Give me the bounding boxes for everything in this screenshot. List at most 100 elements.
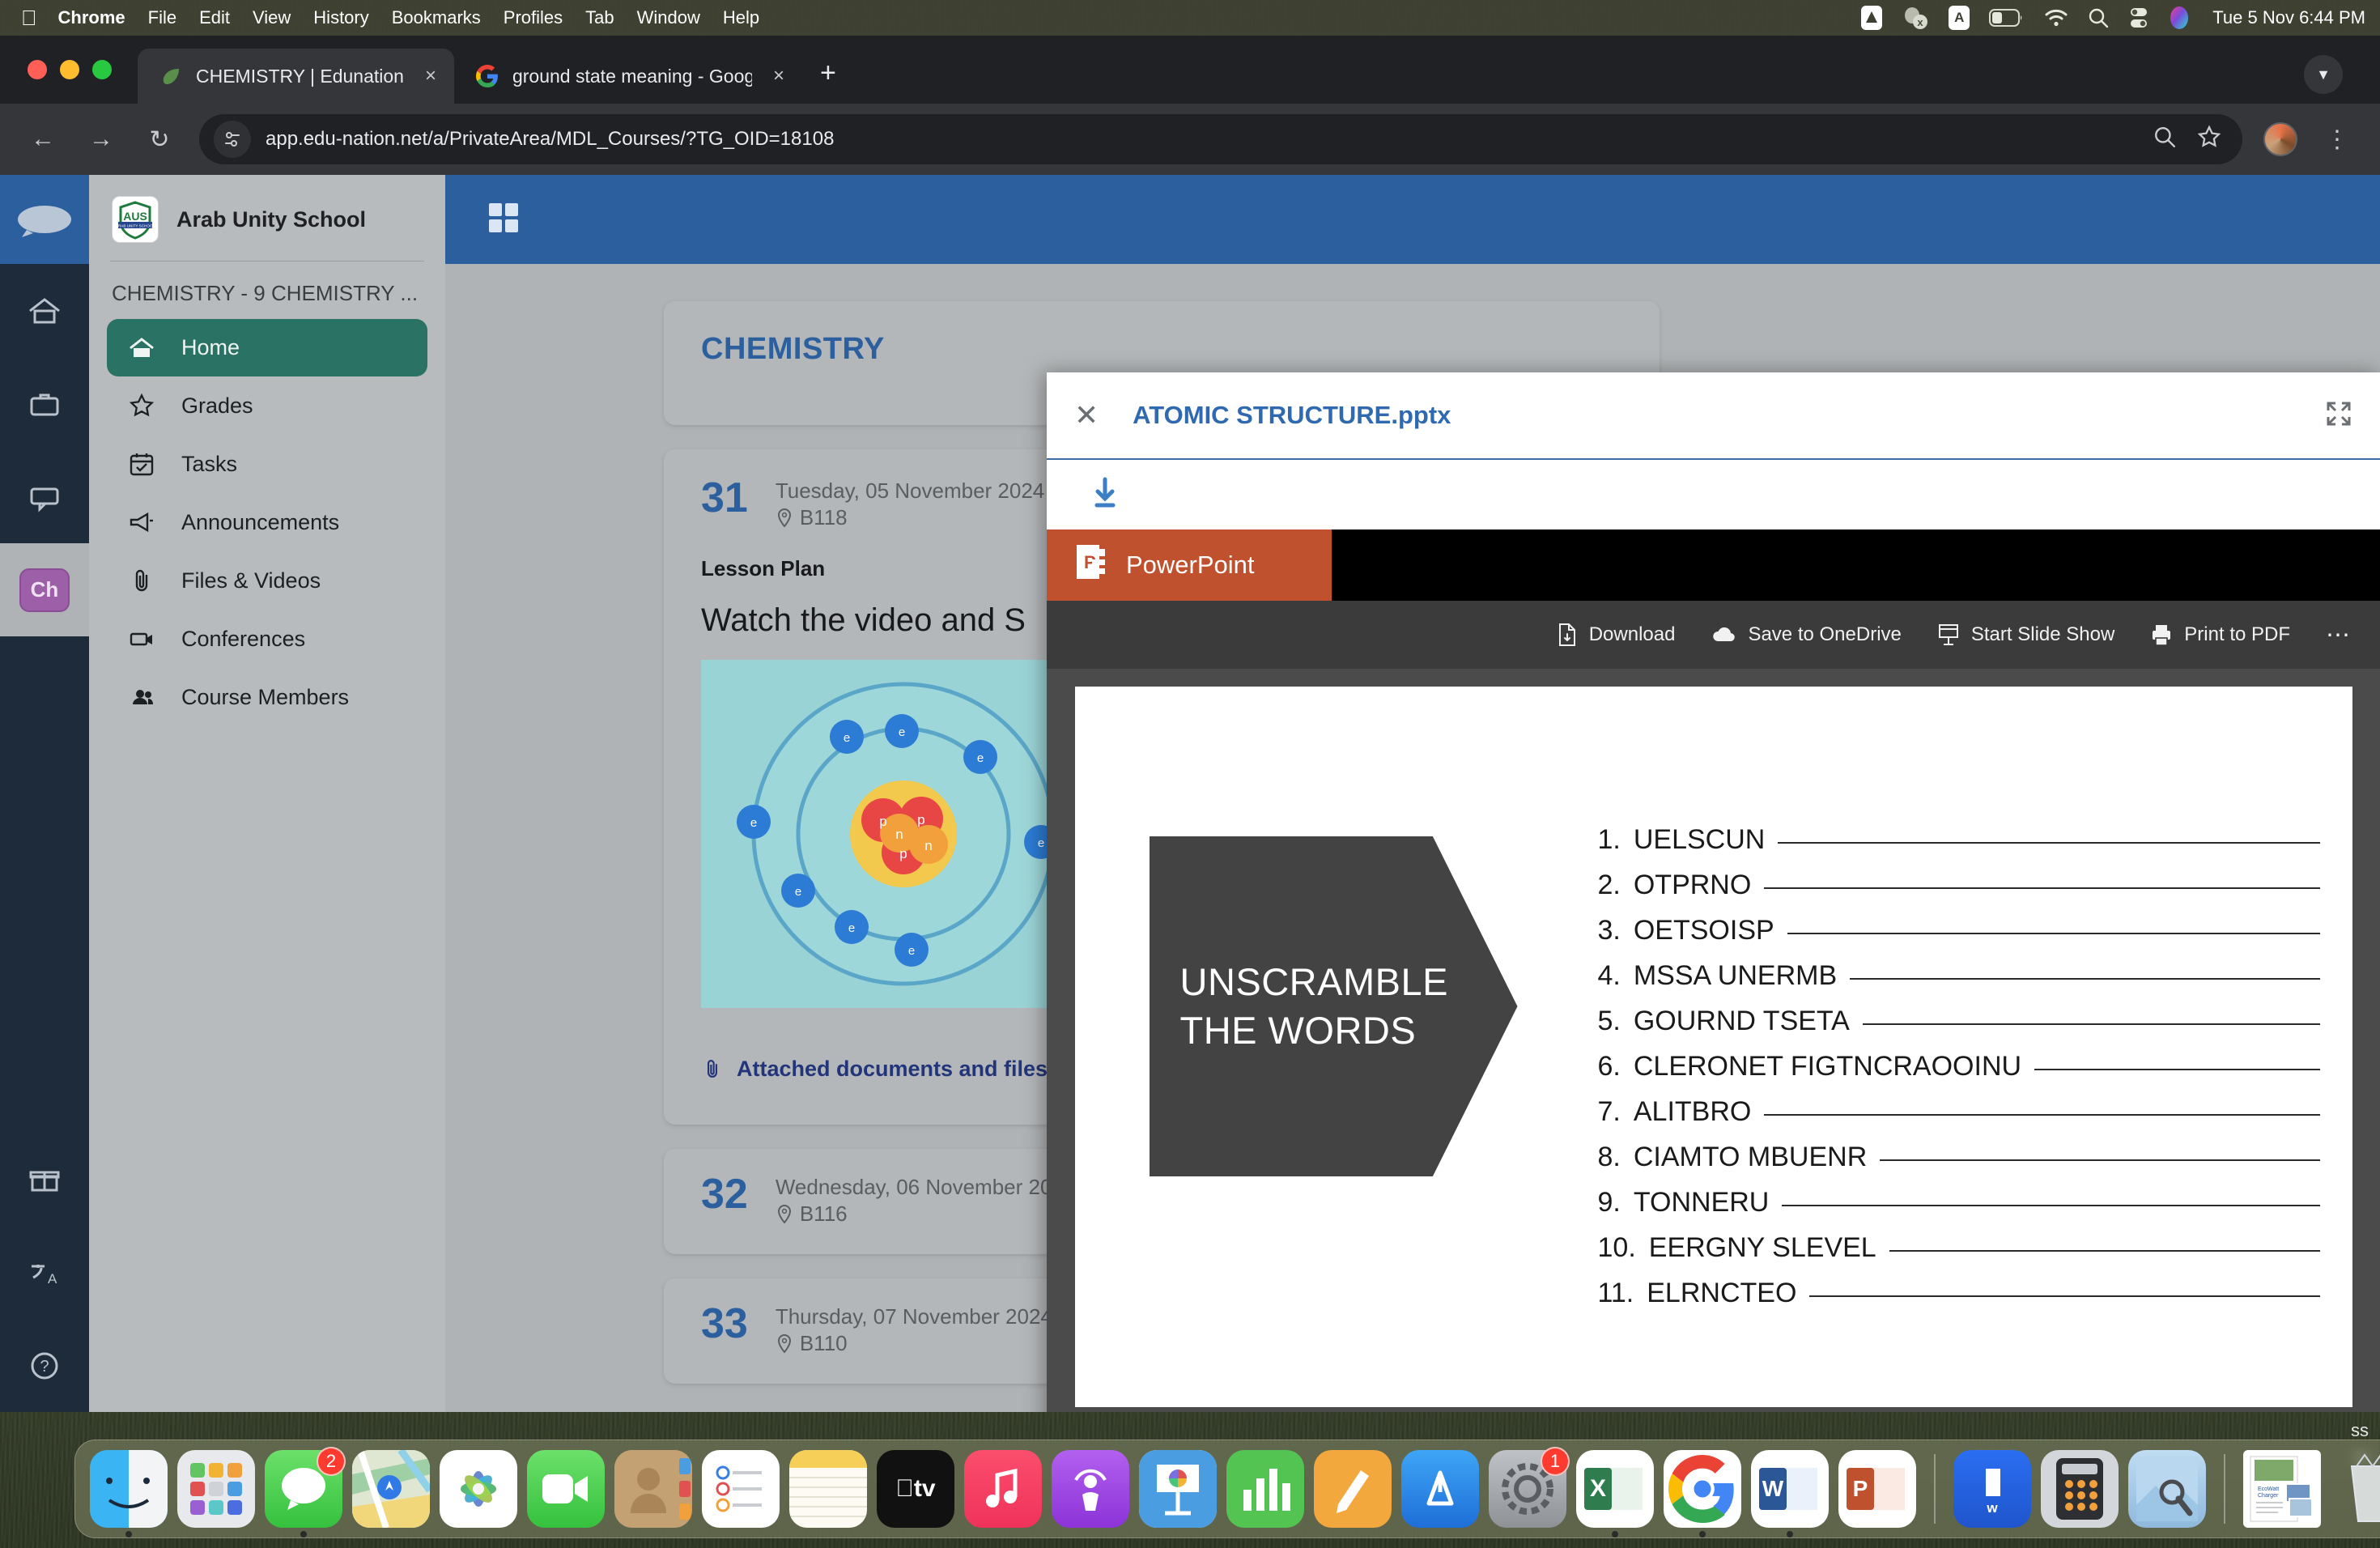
rail-home-icon[interactable] — [0, 264, 89, 357]
dock-item-preview[interactable] — [2128, 1450, 2206, 1528]
dock-item-documents[interactable]: EcoWatt Charger — [2243, 1450, 2321, 1528]
address-bar[interactable]: app.edu-nation.net/a/PrivateArea/MDL_Cou… — [199, 114, 2242, 164]
close-window-button[interactable] — [28, 60, 47, 79]
maximize-window-button[interactable] — [92, 60, 112, 79]
rail-briefcase-icon[interactable] — [0, 357, 89, 450]
apple-icon[interactable]:  — [21, 7, 37, 28]
rail-help-icon[interactable]: ? — [0, 1319, 89, 1412]
window-traffic-lights[interactable] — [28, 60, 112, 79]
dock-item-system-settings[interactable]: 1 — [1489, 1447, 1570, 1528]
dock-item-pages[interactable] — [1314, 1450, 1392, 1528]
sidebar-item-files-videos[interactable]: Files & Videos — [107, 551, 427, 610]
school-header[interactable]: AUS ARAB UNITY SCHOOL Arab Unity School — [89, 175, 445, 261]
attached-documents-link[interactable]: Attached documents and files — [701, 1057, 1048, 1082]
menu-chrome[interactable]: Chrome — [58, 7, 125, 28]
menu-edit[interactable]: Edit — [199, 7, 230, 28]
minimize-window-button[interactable] — [60, 60, 79, 79]
menu-history[interactable]: History — [313, 7, 368, 28]
svg-text:x: x — [1918, 16, 1924, 28]
cloud-logo-icon[interactable] — [0, 175, 89, 264]
word-text: OTPRNO — [1633, 870, 1752, 900]
dock-item-podcasts[interactable] — [1052, 1450, 1129, 1528]
answer-blank — [1764, 887, 2320, 889]
keyboard-input-icon[interactable]: A — [1949, 6, 1970, 30]
reload-icon[interactable]: ↻ — [141, 125, 178, 154]
avatar[interactable] — [2263, 122, 2297, 156]
dock-item-music[interactable] — [964, 1450, 1042, 1528]
dock-item-trash[interactable] — [2331, 1450, 2380, 1528]
grid-icon[interactable] — [486, 200, 521, 240]
dock-item-calculator[interactable] — [2041, 1450, 2119, 1528]
dock-item-powerpoint[interactable]: P — [1838, 1450, 1916, 1528]
kebab-menu-icon[interactable]: ⋮ — [2318, 125, 2356, 154]
siri-icon[interactable] — [2169, 6, 2190, 30]
dock-item-appstore[interactable] — [1401, 1450, 1479, 1528]
dock-item-appletv[interactable]: tv — [877, 1450, 954, 1528]
rail-gift-icon[interactable] — [0, 1133, 89, 1226]
sidebar-item-home[interactable]: Home — [107, 319, 427, 376]
expand-icon[interactable] — [2325, 400, 2352, 432]
tune-icon[interactable] — [214, 121, 251, 158]
close-icon[interactable]: × — [417, 65, 436, 87]
rail-chat-icon[interactable] — [0, 450, 89, 543]
url-text[interactable]: app.edu-nation.net/a/PrivateArea/MDL_Cou… — [266, 128, 834, 151]
dock-item-maps[interactable] — [352, 1450, 430, 1528]
close-icon[interactable]: × — [765, 65, 784, 87]
dock-item-excel[interactable]: X — [1576, 1450, 1654, 1537]
battery-icon[interactable] — [1989, 8, 2025, 28]
rail-translate-icon[interactable]: A — [0, 1226, 89, 1319]
dropbox-icon[interactable] — [1861, 6, 1883, 30]
dock-item-contacts[interactable] — [614, 1450, 692, 1528]
dock-item-word[interactable]: W — [1751, 1450, 1829, 1537]
menubar-clock[interactable]: Tue 5 Nov 6:44 PM — [2212, 7, 2365, 28]
search-icon[interactable] — [2088, 7, 2109, 28]
dock-item-messages[interactable]: 2 — [265, 1447, 346, 1537]
menu-profiles[interactable]: Profiles — [504, 7, 563, 28]
dock-item-keynote[interactable] — [1139, 1450, 1217, 1528]
dock-item-finder[interactable] — [90, 1450, 168, 1537]
sidebar-item-announcements[interactable]: Announcements — [107, 493, 427, 551]
browser-tab-google[interactable]: ground state meaning - Goog × — [454, 49, 802, 104]
start-slide-show-button[interactable]: Start Slide Show — [1937, 623, 2114, 647]
menu-view[interactable]: View — [253, 7, 291, 28]
back-icon[interactable]: ← — [24, 125, 62, 153]
screen-block-icon[interactable]: x — [1902, 6, 1929, 30]
dock-item-wondershare[interactable]: w — [1953, 1450, 2031, 1528]
dock-item-facetime[interactable] — [527, 1450, 605, 1528]
dock-item-launchpad[interactable] — [177, 1450, 255, 1528]
menu-tab[interactable]: Tab — [585, 7, 614, 28]
sidebar-item-grades[interactable]: Grades — [107, 376, 427, 435]
search-icon[interactable] — [2153, 125, 2176, 154]
print-to-pdf-button[interactable]: Print to PDF — [2150, 623, 2290, 647]
dock-item-photos[interactable] — [440, 1450, 517, 1528]
close-icon[interactable]: ✕ — [1074, 398, 1099, 432]
dock-item-notes[interactable] — [789, 1450, 867, 1528]
control-center-icon[interactable] — [2128, 6, 2149, 29]
sidebar-item-course-members[interactable]: Course Members — [107, 668, 427, 726]
star-icon[interactable] — [2197, 125, 2221, 155]
dock-item-chrome[interactable] — [1664, 1450, 1741, 1537]
rail-course-badge[interactable]: Ch — [0, 543, 89, 636]
menu-help[interactable]: Help — [723, 7, 759, 28]
dock-item-numbers[interactable] — [1226, 1450, 1304, 1528]
download-icon[interactable] — [1089, 475, 1121, 515]
forward-icon[interactable]: → — [83, 125, 120, 153]
download-button[interactable]: Download — [1557, 623, 1675, 647]
ellipsis-icon[interactable]: ⋯ — [2326, 621, 2352, 649]
menu-bookmarks[interactable]: Bookmarks — [392, 7, 481, 28]
sidebar-item-conferences[interactable]: Conferences — [107, 610, 427, 668]
new-tab-button[interactable]: + — [820, 57, 836, 89]
chevron-down-icon[interactable]: ▼ — [2304, 55, 2343, 94]
save-to-onedrive-button[interactable]: Save to OneDrive — [1711, 623, 1902, 646]
browser-tab-chemistry[interactable]: CHEMISTRY | Edunation × — [138, 49, 454, 104]
svg-text:e: e — [848, 921, 855, 935]
dock-item-reminders[interactable] — [702, 1450, 780, 1528]
sidebar-item-tasks[interactable]: Tasks — [107, 435, 427, 493]
banner-line-2: THE WORDS — [1179, 1009, 1417, 1052]
menu-file[interactable]: File — [148, 7, 176, 28]
scrambled-word-list: 1. UELSCUN 2. OTPRNO 3. OETSOISP 4. MSSA… — [1598, 824, 2320, 1323]
google-icon — [475, 64, 499, 88]
word-number: 8. — [1597, 1142, 1621, 1172]
wifi-icon[interactable] — [2044, 8, 2068, 28]
menu-window[interactable]: Window — [637, 7, 700, 28]
